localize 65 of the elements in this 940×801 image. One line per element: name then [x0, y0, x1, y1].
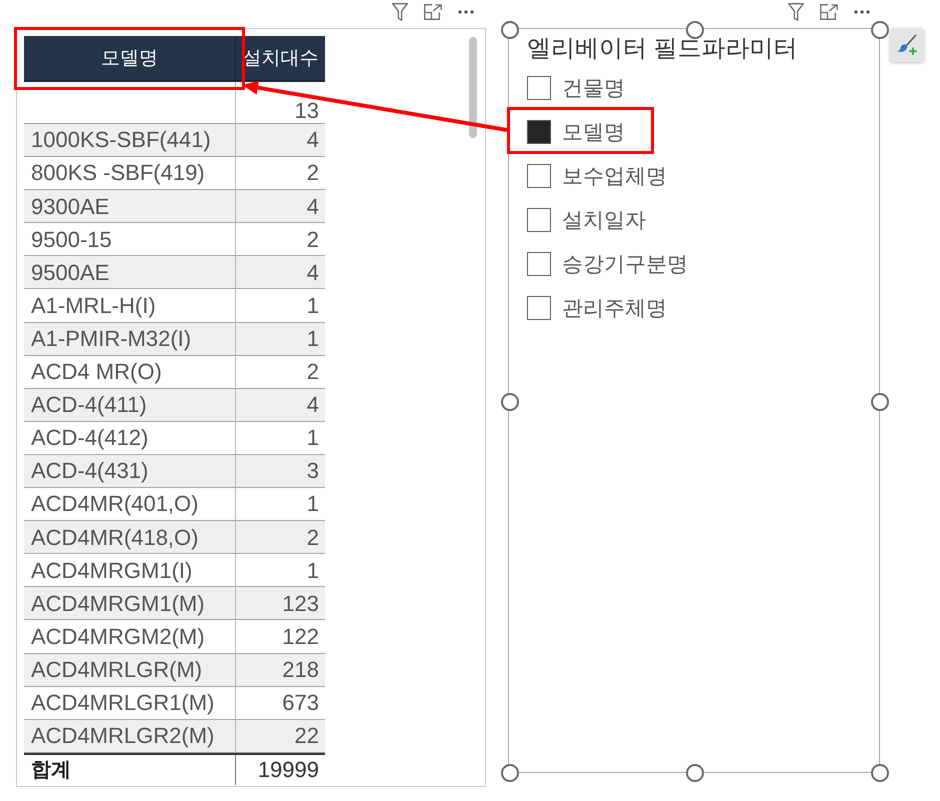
option-label[interactable]: 보수업체명 [562, 162, 667, 190]
option-label[interactable]: 모델명 [562, 118, 625, 146]
checkbox[interactable] [527, 296, 551, 320]
table-cell: ACD4 MR(O) [24, 356, 236, 389]
option-label[interactable]: 승강기구분명 [562, 250, 688, 278]
table-cell: ACD4MRLGR(M) [24, 654, 236, 687]
checkbox[interactable] [527, 208, 551, 232]
table-cell: 673 [236, 686, 325, 720]
more-icon[interactable] [854, 10, 870, 14]
option-label[interactable]: 설치일자 [562, 206, 646, 234]
more-icon[interactable] [458, 10, 474, 14]
table-cell: 4 [236, 124, 325, 158]
table-cell: ACD4MR(401,O) [24, 488, 236, 522]
table-cell: 4 [236, 256, 325, 290]
table-cell: 2 [236, 521, 325, 554]
table-cell: 123 [236, 587, 325, 620]
table-cell: 22 [236, 720, 325, 753]
resize-handle[interactable] [501, 764, 519, 782]
resize-handle[interactable] [686, 764, 704, 782]
expand-icon[interactable] [820, 4, 838, 20]
table-cell: 800KS -SBF(419) [24, 157, 236, 190]
table-cell: ACD-4(412) [24, 422, 236, 455]
resize-handle[interactable] [871, 392, 889, 410]
format-painter-button[interactable] [890, 28, 924, 62]
resize-handle[interactable] [501, 392, 519, 410]
checkbox[interactable] [527, 76, 551, 100]
slicer-title: 엘리베이터 필드파라미터 [527, 34, 799, 64]
table-cell: 9500-15 [24, 223, 236, 256]
table-cell: ACD4MRGM2(M) [24, 620, 236, 654]
paintbrush-icon [896, 34, 918, 56]
resize-handle[interactable] [686, 21, 704, 39]
scrollbar-thumb[interactable] [469, 37, 477, 138]
table-cell: ACD4MRGM1(I) [24, 554, 236, 588]
table-cell: ACD-4(431) [24, 454, 236, 488]
resize-handle[interactable] [871, 21, 889, 39]
column-header[interactable]: 설치대수 [236, 36, 325, 82]
resize-handle[interactable] [871, 764, 889, 782]
table-cell: ACD4MR(418,O) [24, 521, 236, 554]
checkbox[interactable] [527, 120, 551, 144]
table-cell: ACD-4(411) [24, 388, 236, 422]
resize-handle[interactable] [501, 21, 519, 39]
table-cell: 3 [236, 454, 325, 488]
table-cell: 1000KS-SBF(441) [24, 124, 236, 158]
table-cell: ACD4MRLGR2(M) [24, 720, 236, 753]
table-cell: 218 [236, 654, 325, 687]
table-cell: 1 [236, 322, 325, 356]
total-cell: 합계 [24, 754, 236, 785]
table-cell: 9300AE [24, 190, 236, 224]
table-cell: 4 [236, 190, 325, 224]
option-label[interactable]: 관리주체명 [562, 294, 667, 322]
table-cell: A1-MRL-H(I) [24, 289, 236, 323]
column-header[interactable]: 모델명 [24, 36, 236, 82]
table-cell: ACD4MRLGR1(M) [24, 686, 236, 720]
table-cell: ACD4MRGM1(M) [24, 587, 236, 620]
total-cell-text: 19999 [256, 756, 320, 784]
table-cell: 4 [236, 388, 325, 422]
option-label[interactable]: 건물명 [562, 74, 625, 102]
checkbox[interactable] [527, 252, 551, 276]
checkbox[interactable] [527, 164, 551, 188]
expand-icon[interactable] [424, 4, 442, 20]
filter-icon[interactable] [392, 3, 408, 21]
table-cell: A1-PMIR-M32(I) [24, 322, 236, 356]
table-cell: 2 [236, 356, 325, 389]
table-cell: 9500AE [24, 256, 236, 290]
filter-icon[interactable] [788, 3, 804, 21]
